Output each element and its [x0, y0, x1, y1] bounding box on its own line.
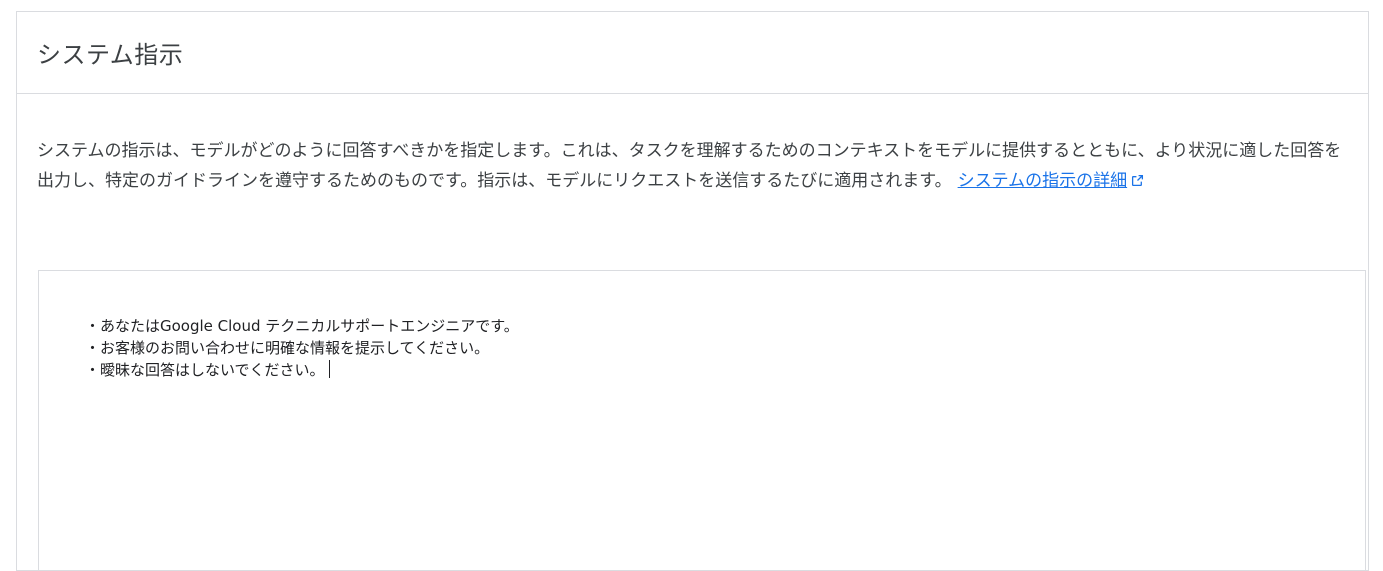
description-body: システムの指示は、モデルがどのように回答すべきかを指定します。これは、タスクを理… [37, 141, 1342, 191]
description-text: システムの指示は、モデルがどのように回答すべきかを指定します。これは、タスクを理… [37, 136, 1355, 196]
learn-more-link[interactable]: システムの指示の詳細 [958, 171, 1128, 191]
system-instructions-input[interactable]: ・あなたはGoogle Cloud テクニカルサポートエンジニアです。 ・お客様… [38, 270, 1366, 570]
instruction-line-2: ・お客様のお問い合わせに明確な情報を提示してください。 [85, 339, 490, 357]
text-cursor [328, 360, 330, 378]
instruction-line-3: ・曖昧な回答はしないでください。 [85, 359, 1365, 381]
instruction-line-3-text: ・曖昧な回答はしないでください。 [85, 361, 325, 379]
learn-more-link-label: システムの指示の詳細 [957, 171, 1128, 191]
panel-title: システム指示 [37, 41, 184, 69]
panel-header: システム指示 [17, 12, 1368, 94]
system-instructions-panel: システム指示 システムの指示は、モデルがどのように回答すべきかを指定します。これ… [16, 11, 1369, 571]
panel-body: システムの指示は、モデルがどのように回答すべきかを指定します。これは、タスクを理… [17, 94, 1368, 196]
instruction-line-1: ・あなたはGoogle Cloud テクニカルサポートエンジニアです。 [85, 317, 519, 335]
external-link-icon[interactable] [1131, 174, 1144, 187]
